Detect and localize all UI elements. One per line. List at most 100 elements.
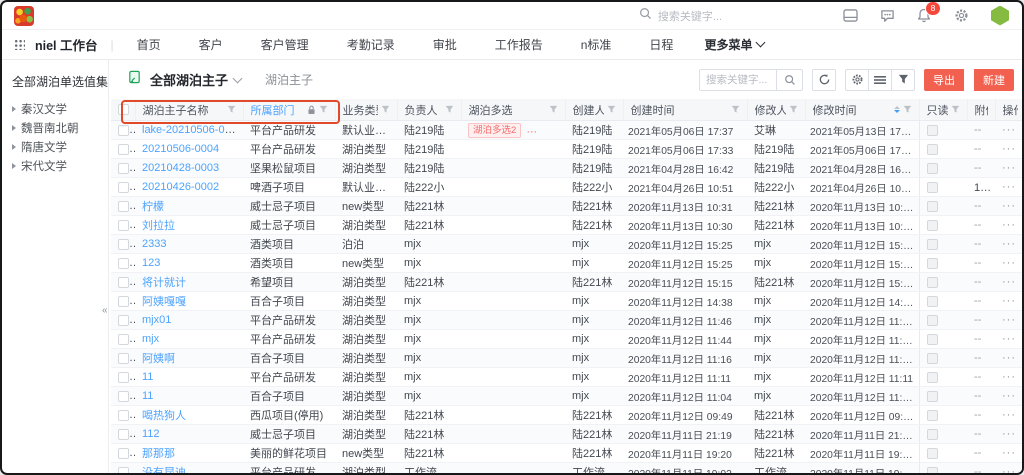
tree-expand-icon[interactable] [12, 144, 16, 150]
row-actions-button[interactable]: ··· [1002, 181, 1016, 193]
row-actions-button[interactable]: ··· [1002, 466, 1016, 475]
readonly-checkbox[interactable] [927, 448, 938, 459]
record-link[interactable]: 20210426-0002 [142, 181, 219, 193]
row-checkbox[interactable] [118, 182, 129, 193]
readonly-checkbox[interactable] [927, 258, 938, 269]
row-checkbox[interactable] [118, 277, 129, 288]
nav-item-4[interactable]: 考勤记录 [328, 36, 414, 53]
row-actions-button[interactable]: ··· [1002, 295, 1016, 307]
row-actions-button[interactable]: ··· [1002, 428, 1016, 440]
row-actions-button[interactable]: ··· [1002, 200, 1016, 212]
nav-item-5[interactable]: 审批 [414, 36, 476, 53]
sidebar-item-1[interactable]: 秦汉文学 [12, 99, 104, 118]
column-header-6[interactable]: 创建人 [565, 99, 623, 121]
readonly-checkbox[interactable] [927, 296, 938, 307]
row-actions-button[interactable]: ··· [1002, 314, 1016, 326]
nav-item-8[interactable]: 日程 [630, 36, 692, 53]
sidebar-item-4[interactable]: 宋代文学 [12, 156, 104, 175]
refresh-button[interactable] [812, 69, 836, 91]
readonly-checkbox[interactable] [927, 372, 938, 383]
row-checkbox[interactable] [118, 334, 129, 345]
readonly-checkbox[interactable] [927, 163, 938, 174]
readonly-checkbox[interactable] [927, 239, 938, 250]
row-checkbox[interactable] [118, 258, 129, 269]
readonly-checkbox[interactable] [927, 353, 938, 364]
readonly-checkbox[interactable] [927, 429, 938, 440]
row-checkbox[interactable] [118, 372, 129, 383]
card-icon[interactable] [842, 8, 858, 24]
record-link[interactable]: 20210428-0003 [142, 162, 219, 174]
filter-icon[interactable] [319, 105, 328, 114]
record-link[interactable]: 柠檬 [142, 201, 164, 213]
readonly-checkbox[interactable] [927, 182, 938, 193]
row-checkbox[interactable] [118, 125, 129, 136]
record-link[interactable]: 20210506-0004 [142, 143, 219, 155]
filter-icon[interactable] [951, 105, 960, 114]
message-icon[interactable] [879, 8, 895, 24]
readonly-checkbox[interactable] [927, 391, 938, 402]
row-checkbox[interactable] [118, 429, 129, 440]
nav-more-menu[interactable]: 更多菜单 [692, 36, 764, 53]
column-header-1[interactable]: 湖泊主子名称 [135, 99, 243, 121]
column-header-2[interactable]: 所属部门 [243, 99, 335, 121]
filter-icon[interactable] [789, 105, 798, 114]
sidebar-item-3[interactable]: 隋唐文学 [12, 137, 104, 156]
row-checkbox[interactable] [118, 391, 129, 402]
row-actions-button[interactable]: ··· [1002, 447, 1016, 459]
row-checkbox[interactable] [118, 163, 129, 174]
record-link[interactable]: 那那那 [142, 448, 175, 460]
record-link[interactable]: 112 [142, 428, 160, 440]
row-checkbox[interactable] [118, 220, 129, 231]
column-header-11[interactable]: 附件 [967, 99, 995, 121]
row-checkbox[interactable] [118, 296, 129, 307]
readonly-checkbox[interactable] [927, 467, 938, 475]
app-logo[interactable] [14, 6, 34, 26]
sort-icon[interactable] [894, 106, 900, 114]
settings-gear-icon[interactable] [845, 69, 869, 91]
gear-icon[interactable] [953, 8, 969, 24]
view-title-caret-icon[interactable] [233, 73, 243, 83]
readonly-checkbox[interactable] [927, 144, 938, 155]
row-checkbox[interactable] [118, 353, 129, 364]
nav-item-1[interactable]: 首页 [118, 36, 180, 53]
row-actions-button[interactable]: ··· [1002, 257, 1016, 269]
sidebar-collapse-button[interactable]: « [102, 306, 108, 316]
readonly-checkbox[interactable] [927, 201, 938, 212]
row-actions-button[interactable]: ··· [1002, 276, 1016, 288]
column-header-4[interactable]: 负责人 [397, 99, 461, 121]
filter-icon[interactable] [549, 105, 558, 114]
column-header-7[interactable]: 创建时间 [623, 99, 747, 121]
tree-expand-icon[interactable] [12, 106, 16, 112]
row-checkbox[interactable] [118, 201, 129, 212]
record-link[interactable]: mjx01 [142, 314, 171, 326]
row-actions-button[interactable]: ··· [1002, 238, 1016, 250]
record-link[interactable]: 将计就计 [142, 277, 186, 289]
filter-icon[interactable] [731, 105, 740, 114]
readonly-checkbox[interactable] [927, 315, 938, 326]
row-actions-button[interactable]: ··· [1002, 124, 1016, 136]
row-actions-button[interactable]: ··· [1002, 409, 1016, 421]
view-title[interactable]: 全部湖泊主子 [150, 70, 228, 89]
record-link[interactable]: 11 [142, 371, 153, 383]
global-search[interactable]: 搜索关键字... [639, 7, 722, 25]
column-header-8[interactable]: 修改人 [747, 99, 805, 121]
record-link[interactable]: mjx [142, 333, 159, 345]
record-link[interactable]: 阿姨啊 [142, 353, 175, 365]
record-link[interactable]: lake-20210506-0005 [142, 124, 243, 136]
column-header-9[interactable]: 修改时间 [805, 99, 919, 121]
record-link[interactable]: 2333 [142, 238, 166, 250]
workspace-title[interactable]: niel 工作台 [35, 35, 98, 54]
row-actions-button[interactable]: ··· [1002, 333, 1016, 345]
column-header-3[interactable]: 业务类型 [335, 99, 397, 121]
row-checkbox[interactable] [118, 315, 129, 326]
row-density-icon[interactable] [868, 69, 892, 91]
record-link[interactable]: 刘拉拉 [142, 220, 175, 232]
tree-expand-icon[interactable] [12, 125, 16, 131]
readonly-checkbox[interactable] [927, 125, 938, 136]
nav-item-2[interactable]: 客户 [180, 36, 242, 53]
nav-item-7[interactable]: n标准 [562, 36, 631, 53]
column-header-12[interactable]: 操作 [995, 99, 1022, 121]
filter-icon[interactable] [903, 105, 912, 114]
filter-icon[interactable] [445, 105, 454, 114]
select-all-checkbox[interactable] [118, 104, 129, 115]
